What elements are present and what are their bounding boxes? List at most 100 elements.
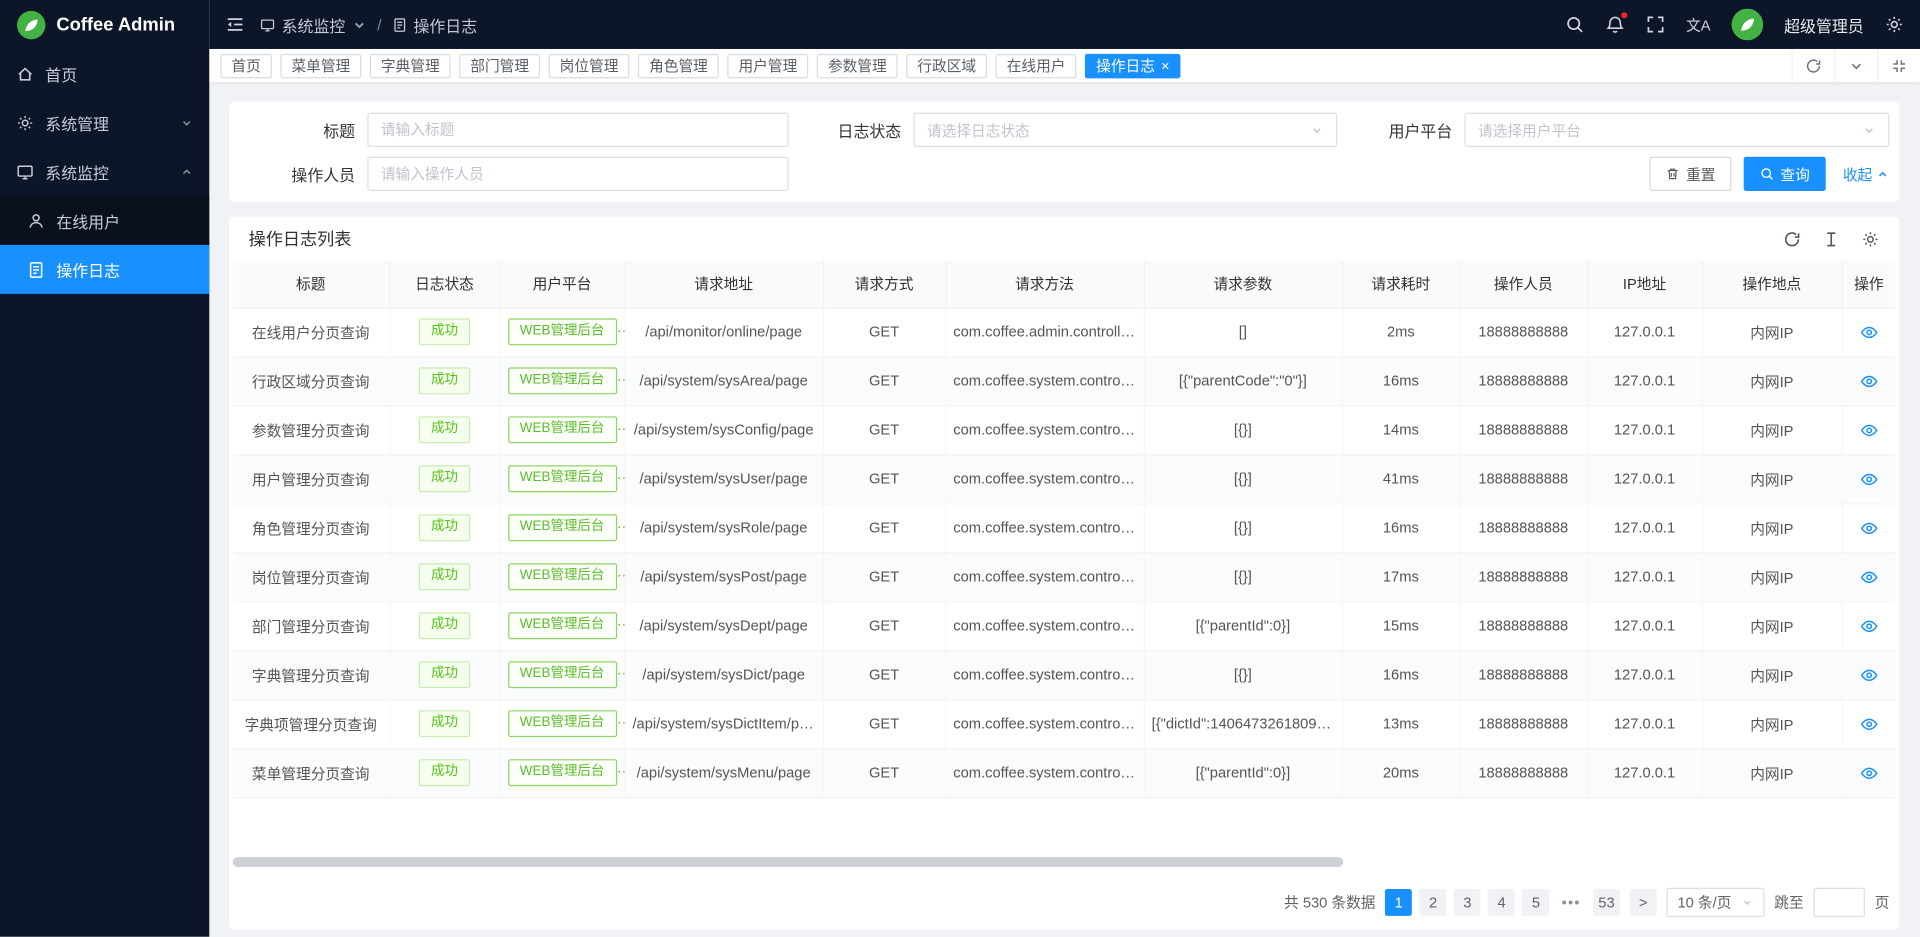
platform-badge: WEB管理后台	[508, 662, 617, 688]
cell-request-method: GET	[823, 307, 945, 356]
page-size-select[interactable]: 10 条/页	[1666, 887, 1764, 916]
cell-ip: 127.0.0.1	[1587, 503, 1702, 552]
chevron-up-icon	[1876, 167, 1889, 180]
cell-operator: 18888888888	[1460, 748, 1587, 797]
view-detail-button[interactable]	[1842, 503, 1896, 552]
horizontal-scrollbar-thumb[interactable]	[233, 857, 1343, 867]
eye-icon	[1860, 764, 1878, 782]
column-header: 请求方法	[945, 261, 1143, 308]
sidebar-item-operation-log[interactable]: 操作日志	[0, 245, 209, 294]
tab[interactable]: 岗位管理	[549, 53, 630, 77]
tab[interactable]: 菜单管理	[280, 53, 361, 77]
tab-close-icon[interactable]: ×	[1161, 58, 1170, 73]
row-density-icon[interactable]	[1822, 230, 1840, 248]
cell-location: 内网IP	[1702, 405, 1842, 454]
view-detail-button[interactable]	[1842, 748, 1896, 797]
tab[interactable]: 首页	[220, 53, 271, 77]
page-button[interactable]: 53	[1593, 888, 1620, 915]
view-detail-button[interactable]	[1842, 454, 1896, 503]
sidebar-item-system-management[interactable]: 系统管理	[0, 98, 209, 147]
operator-input[interactable]	[367, 157, 788, 191]
sidebar-item-home[interactable]: 首页	[0, 49, 209, 98]
eye-icon	[1860, 372, 1878, 390]
search-icon[interactable]	[1565, 15, 1585, 35]
collapse-filter-link[interactable]: 收起	[1843, 163, 1890, 184]
breadcrumb: 系统监控 / 操作日志	[260, 13, 478, 36]
log-status-select[interactable]: 请选择日志状态	[913, 113, 1337, 147]
column-header: 用户平台	[500, 261, 625, 308]
cell-request-method: GET	[823, 405, 945, 454]
column-settings-gear-icon[interactable]	[1861, 230, 1879, 248]
user-platform-select[interactable]: 请选择用户平台	[1465, 113, 1890, 147]
cell-location: 内网IP	[1702, 356, 1842, 405]
user-avatar[interactable]	[1731, 9, 1763, 41]
settings-gear-icon[interactable]	[1885, 15, 1905, 35]
tab[interactable]: 用户管理	[727, 53, 808, 77]
cell-status: 成功	[389, 307, 499, 356]
menu-fold-icon[interactable]	[225, 15, 245, 35]
view-detail-button[interactable]	[1842, 650, 1896, 699]
jump-prefix-label: 跳至	[1774, 891, 1803, 912]
cell-location: 内网IP	[1702, 307, 1842, 356]
cell-handler: com.coffee.system.controlle...	[945, 699, 1143, 748]
reset-button[interactable]: 重置	[1649, 157, 1731, 191]
next-page-button[interactable]: >	[1630, 888, 1657, 915]
page-ellipsis[interactable]: •••	[1557, 888, 1586, 915]
cell-request-method: GET	[823, 699, 945, 748]
search-button[interactable]: 查询	[1744, 157, 1826, 191]
page-button[interactable]: 1	[1385, 888, 1412, 915]
content-fullscreen-icon[interactable]	[1877, 49, 1920, 82]
cell-request-url: /api/system/sysArea/page	[624, 356, 822, 405]
username[interactable]: 超级管理员	[1784, 13, 1864, 36]
cell-location: 内网IP	[1702, 748, 1842, 797]
fullscreen-icon[interactable]	[1646, 15, 1666, 35]
page-button[interactable]: 3	[1454, 888, 1481, 915]
view-detail-button[interactable]	[1842, 307, 1896, 356]
refresh-icon[interactable]	[1791, 49, 1834, 82]
cell-duration: 41ms	[1342, 454, 1460, 503]
sidebar-item-online-users[interactable]: 在线用户	[0, 196, 209, 245]
tab[interactable]: 在线用户	[996, 53, 1077, 77]
log-table-body: 在线用户分页查询 成功 WEB管理后台 /api/monitor/online/…	[233, 307, 1896, 797]
title-input[interactable]	[367, 113, 788, 147]
app-title: Coffee Admin	[56, 14, 175, 35]
tab-label: 操作日志	[1096, 55, 1155, 76]
page-size-value: 10 条/页	[1677, 891, 1731, 912]
tab[interactable]: 字典管理	[370, 53, 451, 77]
view-detail-button[interactable]	[1842, 601, 1896, 650]
cell-title: 菜单管理分页查询	[233, 748, 390, 797]
tab-label: 用户管理	[738, 55, 797, 76]
tab[interactable]: 部门管理	[459, 53, 540, 77]
view-detail-button[interactable]	[1842, 405, 1896, 454]
cell-handler: com.coffee.system.controlle...	[945, 601, 1143, 650]
topbar: 系统监控 / 操作日志 文	[209, 0, 1920, 49]
tab[interactable]: 参数管理	[817, 53, 898, 77]
tab-options-chevron-icon[interactable]	[1834, 49, 1877, 82]
view-detail-button[interactable]	[1842, 356, 1896, 405]
tab[interactable]: 角色管理	[638, 53, 719, 77]
page-button[interactable]: 2	[1420, 888, 1447, 915]
breadcrumb-item-monitor[interactable]: 系统监控	[260, 13, 368, 36]
tab[interactable]: 行政区域	[906, 53, 987, 77]
column-header: 操作	[1842, 261, 1896, 308]
sidebar-submenu: 在线用户 操作日志	[0, 196, 209, 294]
app-logo: Coffee Admin	[0, 0, 209, 49]
column-header: 请求参数	[1144, 261, 1342, 308]
sidebar-item-system-monitor[interactable]: 系统监控	[0, 147, 209, 196]
sidebar-item-label: 系统管理	[45, 111, 109, 134]
column-header: 日志状态	[389, 261, 499, 308]
notification-bell-icon[interactable]	[1605, 15, 1625, 35]
page-button[interactable]: 4	[1488, 888, 1515, 915]
view-detail-button[interactable]	[1842, 552, 1896, 601]
refresh-icon[interactable]	[1783, 230, 1801, 248]
status-badge: 成功	[419, 417, 470, 443]
jump-page-input[interactable]	[1813, 887, 1864, 916]
cell-location: 内网IP	[1702, 650, 1842, 699]
tab[interactable]: 操作日志 ×	[1085, 53, 1181, 77]
cell-params: [{}]	[1144, 650, 1342, 699]
page-button[interactable]: 5	[1522, 888, 1549, 915]
language-switch-icon[interactable]: 文A	[1686, 14, 1711, 35]
cell-request-url: /api/system/sysPost/page	[624, 552, 822, 601]
cell-duration: 13ms	[1342, 699, 1460, 748]
view-detail-button[interactable]	[1842, 699, 1896, 748]
